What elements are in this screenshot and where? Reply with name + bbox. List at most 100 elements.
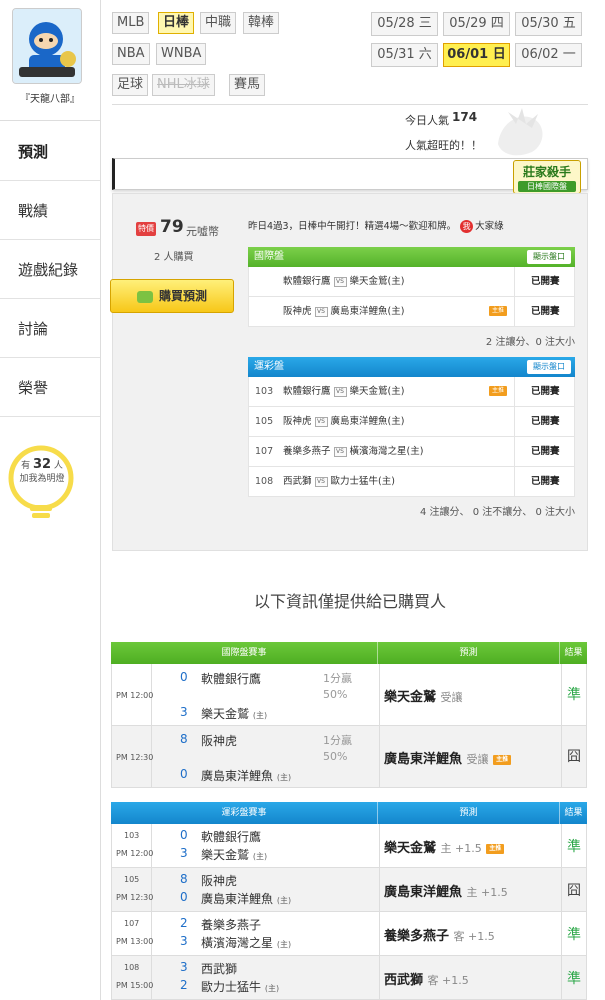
game-status: 已開賽 xyxy=(531,386,560,397)
column-header: 運彩盤賽事 xyxy=(111,802,378,824)
result-mark: 囧 xyxy=(567,883,581,899)
sport-tab-cpbl[interactable]: 中職 xyxy=(200,12,237,34)
predicted-team: 西武獅 xyxy=(384,973,424,988)
show-odds-button[interactable]: 顯示盤口 xyxy=(527,360,571,374)
date-tab[interactable]: 05/31 六 xyxy=(371,43,438,67)
date-tab[interactable]: 05/29 四 xyxy=(443,12,510,36)
sport-tab-kbo[interactable]: 韓棒 xyxy=(243,12,280,34)
game-time: PM 12:00 xyxy=(116,691,154,700)
sport-tab-soccer[interactable]: 足球 xyxy=(112,74,149,96)
lottery-odds-title: 運彩盤 xyxy=(254,361,284,372)
odds-row: 107 養樂多燕子 VS 橫濱海灣之星(主) 已開賽 xyxy=(248,437,575,467)
sport-tab-nhl[interactable]: NHL冰球 xyxy=(152,74,215,96)
sidebar-item-honor[interactable]: 榮譽 xyxy=(0,359,100,417)
sidebar-item-game-log[interactable]: 遊戲紀錄 xyxy=(0,241,100,299)
team-name: 阪神虎 xyxy=(201,734,238,748)
author-name: 大家綠 xyxy=(475,221,504,232)
game-status: 已開賽 xyxy=(531,446,560,457)
date-tab[interactable]: 05/30 五 xyxy=(515,12,582,36)
pick-note: 主 +1.5 xyxy=(466,886,508,899)
predicted-team: 樂天金鷲 xyxy=(384,690,437,705)
username: 『天龍八部』 xyxy=(20,94,80,105)
score: 8 xyxy=(180,872,188,886)
table-row: 107 PM 13:00 2 養樂多燕子 3 橫濱海灣之星 (主) 養樂多燕子 … xyxy=(111,912,587,956)
sport-tab-wnba[interactable]: WNBA xyxy=(156,43,207,65)
sale-tag: 特價 xyxy=(136,222,156,236)
buyers-count: 2 人購買 xyxy=(154,252,194,263)
team-name: 歐力士猛牛 xyxy=(201,980,262,994)
date-tab-active[interactable]: 06/01 日 xyxy=(443,43,510,67)
sport-tab-nba[interactable]: NBA xyxy=(112,43,150,65)
team-name: 橫濱海灣之星 xyxy=(201,936,274,950)
sidebar-item-record[interactable]: 戰績 xyxy=(0,182,100,240)
date-tab[interactable]: 06/02 一 xyxy=(515,43,582,67)
predicted-team: 廣島東洋鯉魚 xyxy=(384,752,463,767)
team-name: 養樂多燕子 xyxy=(201,918,262,932)
banker-killer-badge: 莊家殺手 日棒國際盤 xyxy=(513,160,581,194)
away-team: 橫濱海灣之星(主) xyxy=(349,446,424,457)
team-name: 西武獅 xyxy=(201,962,238,976)
away-team: 廣島東洋鯉魚(主) xyxy=(330,416,405,427)
table-row: PM 12:30 8 阪神虎 0 廣島東洋鯉魚 (主) 1分贏 50% 廣島東洋… xyxy=(111,726,587,788)
fans-unit: 人 xyxy=(53,461,63,471)
team-name: 廣島東洋鯉魚 xyxy=(201,769,274,783)
date-tab[interactable]: 05/28 三 xyxy=(371,12,438,36)
sidebar-item-discussion[interactable]: 討論 xyxy=(0,300,100,358)
handicap-percent: 50% xyxy=(323,688,348,701)
pick-note: 主 +1.5 xyxy=(440,842,482,855)
price-unit: 元噓幣 xyxy=(186,225,219,238)
column-header: 結果 xyxy=(564,648,583,658)
away-team: 樂天金鷲(主) xyxy=(349,276,405,287)
team-name: 樂天金鷲 xyxy=(201,848,250,862)
pick-note: 客 +1.5 xyxy=(427,974,469,987)
column-header: 預測 xyxy=(378,802,560,824)
home-tag: (主) xyxy=(252,852,268,861)
game-id: 103 xyxy=(124,831,140,840)
score: 0 xyxy=(180,828,188,842)
author-badge: 我 xyxy=(460,220,474,233)
game-status: 已開賽 xyxy=(531,476,560,487)
game-id: 107 xyxy=(255,446,274,457)
score: 3 xyxy=(180,960,188,974)
score: 3 xyxy=(180,705,188,719)
intl-summary: 2 注讓分、0 注大小 xyxy=(485,337,575,348)
sidebar-item-label: 預測 xyxy=(18,143,49,161)
pick-note: 受讓 xyxy=(466,753,489,766)
money-icon xyxy=(136,290,153,303)
vs-icon: VS xyxy=(314,306,328,317)
sidebar-item-prediction[interactable]: 預測 xyxy=(0,123,100,181)
score: 3 xyxy=(180,846,188,860)
popularity-value: 174 xyxy=(452,110,478,124)
vs-icon: VS xyxy=(314,476,328,487)
game-id: 107 xyxy=(124,919,140,928)
table-row: 108 PM 15:00 3 西武獅 2 歐力士猛牛 (主) 西武獅 客 +1.… xyxy=(111,956,587,1000)
game-status: 已開賽 xyxy=(531,276,560,287)
result-mark: 準 xyxy=(567,971,581,987)
buy-prediction-button[interactable]: 購買預測 xyxy=(110,279,234,313)
home-tag: (主) xyxy=(252,711,268,720)
buy-button-label: 購買預測 xyxy=(158,289,207,303)
lottery-results-header: 運彩盤賽事 預測 結果 xyxy=(111,802,587,824)
score: 8 xyxy=(180,732,188,746)
sport-tab-horse-racing[interactable]: 賽馬 xyxy=(229,74,266,96)
result-mark: 準 xyxy=(567,687,581,703)
sidebar-item-label: 討論 xyxy=(18,320,49,338)
mascot-icon xyxy=(498,108,543,156)
popularity-label: 今日人氣 xyxy=(405,114,449,127)
sport-tab-mlb[interactable]: MLB xyxy=(112,12,150,34)
result-mark: 囧 xyxy=(567,749,581,765)
featured-pick-icon: 主推 xyxy=(493,754,512,765)
result-mark: 準 xyxy=(567,927,581,943)
popularity-note: 人氣超旺的！！ xyxy=(405,139,482,152)
fans-prefix: 有 xyxy=(21,461,31,471)
sport-tab-npb[interactable]: 日棒 xyxy=(158,12,195,34)
intl-odds-header: 國際盤 顯示盤口 xyxy=(248,247,575,267)
avatar[interactable] xyxy=(12,8,82,84)
away-team: 歐力士猛牛(主) xyxy=(330,476,395,487)
game-id: 108 xyxy=(124,963,140,972)
badge-title: 莊家殺手 xyxy=(522,165,571,179)
home-team: 阪神虎 xyxy=(283,306,312,317)
score: 0 xyxy=(180,767,188,781)
away-team: 樂天金鷲(主) xyxy=(349,386,405,397)
show-odds-button[interactable]: 顯示盤口 xyxy=(527,250,571,264)
